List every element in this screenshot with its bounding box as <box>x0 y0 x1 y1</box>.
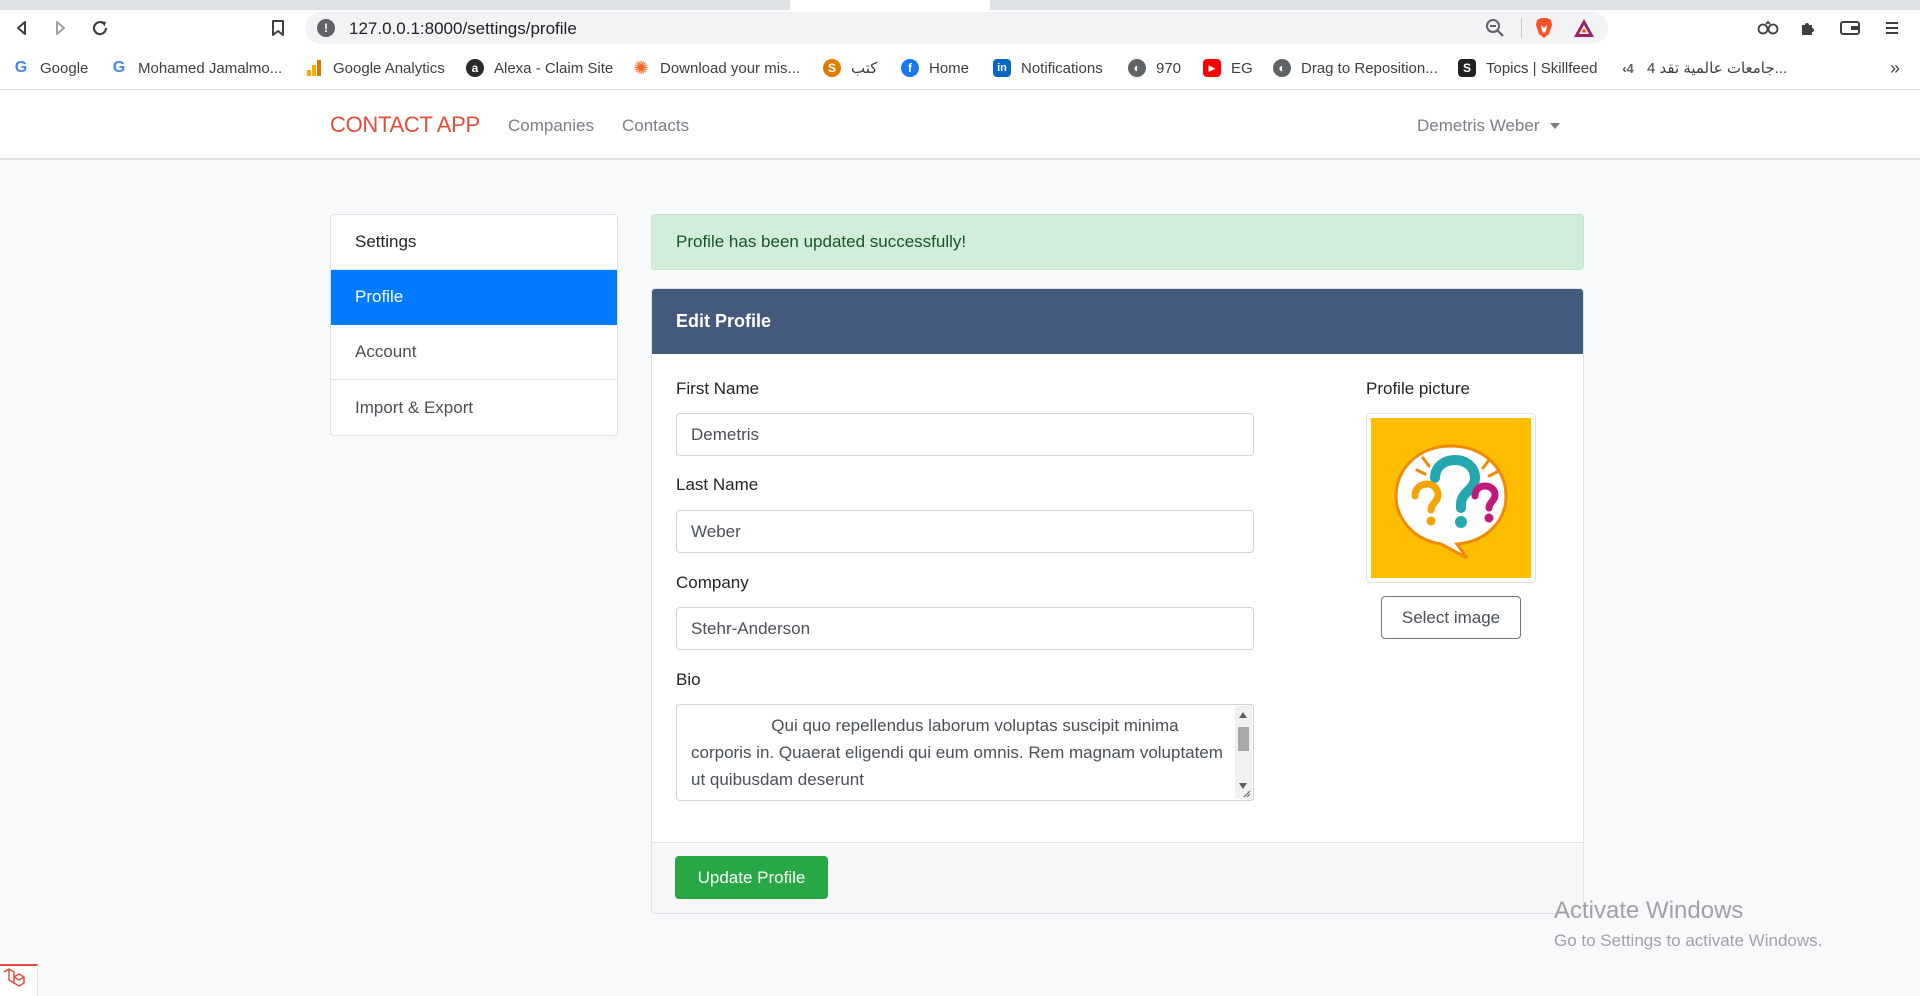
bookmark-label: Mohamed Jamalmo... <box>138 59 283 77</box>
book-icon: S <box>823 59 841 77</box>
bookmark-label: Google <box>40 59 89 77</box>
bookmark-label: Home <box>929 59 970 77</box>
bookmark-label: Alexa - Claim Site <box>494 59 614 77</box>
bookmark-970[interactable]: ◐ 970 <box>1128 57 1181 79</box>
bookmark-label: EG <box>1231 59 1253 77</box>
company-field[interactable]: Stehr-Anderson <box>676 607 1254 650</box>
bookmark-kutub[interactable]: S كتب <box>823 57 877 79</box>
bio-label: Bio <box>676 670 701 689</box>
profile-picture-frame <box>1366 413 1536 583</box>
resize-handle-icon[interactable] <box>1241 788 1251 798</box>
google-icon: G <box>14 59 28 76</box>
analytics-icon <box>305 59 323 77</box>
bookmarks-overflow-icon[interactable]: » <box>1890 58 1900 79</box>
bookmark-label: Google Analytics <box>333 59 445 77</box>
reload-icon[interactable] <box>86 14 114 42</box>
bookmark-google[interactable]: G Google <box>12 57 89 79</box>
profile-picture-label: Profile picture <box>1366 379 1470 398</box>
chevron-down-icon <box>1549 123 1560 129</box>
bio-textarea[interactable]: Qui quo repellendus laborum voluptas sus… <box>676 704 1254 801</box>
url-text[interactable]: 127.0.0.1:8000/settings/profile <box>349 19 577 39</box>
tab-strip <box>0 0 1920 10</box>
menu-icon[interactable] <box>1878 14 1906 42</box>
facebook-icon: f <box>901 59 919 77</box>
google-icon: G <box>112 59 126 76</box>
bookmark-label: 4 جامعات عالمية تقد... <box>1647 60 1788 77</box>
first-name-field[interactable]: Demetris <box>676 413 1254 456</box>
gear-icon: ✺ <box>633 57 649 78</box>
active-tab[interactable] <box>790 0 990 10</box>
bookmark-eg[interactable]: ▶ EG <box>1203 57 1253 79</box>
scroll-thumb[interactable] <box>1238 727 1249 751</box>
card-title: Edit Profile <box>652 289 1583 354</box>
extensions-icon[interactable] <box>1794 14 1822 42</box>
bookmark-label: Drag to Reposition... <box>1301 59 1438 77</box>
vpn-icon[interactable] <box>1754 14 1782 42</box>
brave-rewards-icon[interactable] <box>1572 17 1596 39</box>
bookmark-drag-reposition[interactable]: ◐ Drag to Reposition... <box>1273 57 1438 79</box>
select-image-button[interactable]: Select image <box>1381 596 1521 639</box>
site-info-icon[interactable]: ! <box>317 19 335 37</box>
globe-icon: ◐ <box>1273 59 1291 77</box>
success-alert: Profile has been updated successfully! <box>651 214 1584 270</box>
bio-scrollbar[interactable] <box>1235 706 1252 799</box>
youtube-icon: ▶ <box>1203 59 1221 77</box>
bookmark-facebook-home[interactable]: f Home <box>901 57 969 79</box>
windows-activation-title: Activate Windows <box>1554 897 1744 924</box>
user-name: Demetris Weber <box>1417 116 1540 135</box>
last-name-field[interactable]: Weber <box>676 510 1254 553</box>
omnibox-divider <box>1521 18 1522 38</box>
user-dropdown[interactable]: Demetris Weber <box>1417 116 1560 136</box>
windows-activation-subtitle: Go to Settings to activate Windows. <box>1554 931 1823 950</box>
bookmark-label: كتب <box>851 60 878 77</box>
arabic-site-icon: ‹4 <box>1622 60 1634 76</box>
bio-text: Qui quo repellendus laborum voluptas sus… <box>691 716 1228 789</box>
card-footer: Update Profile <box>652 842 1583 913</box>
update-profile-button[interactable]: Update Profile <box>675 856 828 899</box>
company-label: Company <box>676 573 749 592</box>
first-name-label: First Name <box>676 379 760 398</box>
laravel-debug-icon[interactable] <box>0 964 38 996</box>
bookmark-icon[interactable] <box>264 14 292 42</box>
bookmark-mohamed[interactable]: G Mohamed Jamalmo... <box>110 57 282 79</box>
bookmark-download[interactable]: ✺ Download your mis... <box>632 57 800 79</box>
nav-link-contacts[interactable]: Contacts <box>622 116 689 136</box>
sidebar-item-profile[interactable]: Profile <box>331 270 617 325</box>
bookmarks-bar: G Google G Mohamed Jamalmo... Google Ana… <box>0 46 1920 90</box>
sidebar-heading-settings: Settings <box>331 215 617 270</box>
profile-picture-image <box>1371 418 1531 578</box>
question-marks-icon <box>1371 418 1531 578</box>
bookmark-arabic-site[interactable]: ‹4 4 جامعات عالمية تقد... <box>1619 57 1787 79</box>
bookmark-label: Notifications <box>1021 59 1103 77</box>
back-icon[interactable] <box>8 14 36 42</box>
globe-icon: ◐ <box>1128 59 1146 77</box>
settings-sidebar: Settings Profile Account Import & Export <box>330 214 618 436</box>
sidebar-item-account[interactable]: Account <box>331 325 617 380</box>
alexa-icon: a <box>466 59 484 77</box>
scroll-up-icon[interactable] <box>1239 712 1247 718</box>
skillfeed-icon: S <box>1458 59 1476 77</box>
brand-logo[interactable]: CONTACT APP <box>330 112 480 138</box>
browser-toolbar: ! 127.0.0.1:8000/settings/profile <box>0 10 1920 46</box>
bookmark-linkedin[interactable]: in Notifications <box>993 57 1103 79</box>
nav-link-companies[interactable]: Companies <box>508 116 594 136</box>
app-navbar: CONTACT APP Companies Contacts Demetris … <box>0 90 1920 160</box>
forward-icon[interactable] <box>46 14 74 42</box>
bookmark-google-analytics[interactable]: Google Analytics <box>305 57 445 79</box>
linkedin-icon: in <box>993 59 1011 77</box>
zoom-icon[interactable] <box>1484 17 1506 39</box>
edit-profile-card: Edit Profile First Name Demetris Last Na… <box>651 288 1584 914</box>
sidebar-item-import-export[interactable]: Import & Export <box>331 380 617 435</box>
last-name-label: Last Name <box>676 475 759 494</box>
bookmark-skillfeed[interactable]: S Topics | Skillfeed <box>1458 57 1597 79</box>
bookmark-alexa[interactable]: a Alexa - Claim Site <box>466 57 613 79</box>
bookmark-label: 970 <box>1156 59 1182 77</box>
wallet-icon[interactable] <box>1836 14 1864 42</box>
address-bar[interactable]: ! 127.0.0.1:8000/settings/profile <box>305 12 1608 44</box>
bookmark-label: Download your mis... <box>660 59 801 77</box>
bookmark-label: Topics | Skillfeed <box>1486 59 1598 77</box>
brave-shields-icon[interactable] <box>1534 17 1554 39</box>
